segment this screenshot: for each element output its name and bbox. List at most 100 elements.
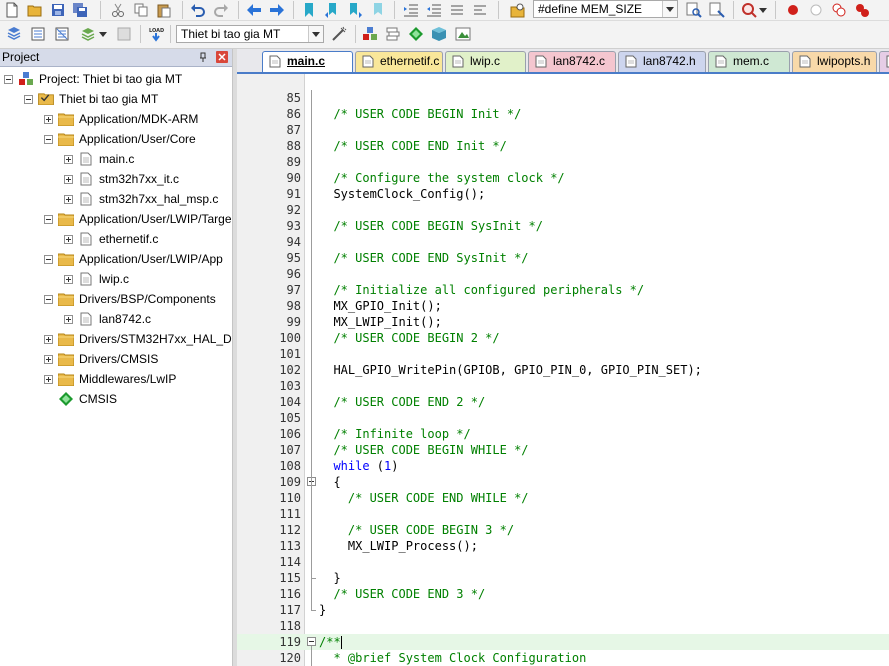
code-line[interactable]: 105 bbox=[237, 410, 889, 426]
manage-run-time-environment-icon[interactable] bbox=[408, 26, 424, 42]
pin-icon[interactable] bbox=[198, 52, 208, 62]
disable-breakpoint-icon[interactable] bbox=[808, 2, 824, 18]
code-line[interactable]: 119 /** bbox=[237, 634, 889, 650]
fold-collapse-icon[interactable] bbox=[307, 637, 316, 646]
code-line[interactable]: 89 bbox=[237, 154, 889, 170]
tree-item[interactable]: Application/MDK-ARM bbox=[0, 109, 232, 129]
code-line[interactable]: 96 bbox=[237, 266, 889, 282]
translate-icon[interactable] bbox=[6, 26, 22, 42]
code-line[interactable]: 107 /* USER CODE BEGIN WHILE */ bbox=[237, 442, 889, 458]
tree-item[interactable]: Project: Thiet bi tao gia MT bbox=[0, 69, 232, 89]
code-line[interactable]: 110 /* USER CODE END WHILE */ bbox=[237, 490, 889, 506]
code-line[interactable]: 100 /* USER CODE BEGIN 2 */ bbox=[237, 330, 889, 346]
expand-icon[interactable] bbox=[64, 155, 73, 164]
chevron-down-icon[interactable] bbox=[662, 1, 677, 17]
new-file-icon[interactable] bbox=[4, 2, 20, 18]
batch-build-dropdown-icon[interactable] bbox=[98, 26, 108, 42]
collapse-icon[interactable] bbox=[44, 135, 53, 144]
code-line[interactable]: 95 /* USER CODE END SysInit */ bbox=[237, 250, 889, 266]
collapse-icon[interactable] bbox=[4, 75, 13, 84]
tree-item[interactable]: CMSIS bbox=[0, 389, 232, 409]
tree-item[interactable]: main.c bbox=[0, 149, 232, 169]
expand-icon[interactable] bbox=[64, 175, 73, 184]
tree-item[interactable]: Drivers/BSP/Components bbox=[0, 289, 232, 309]
select-packs-icon[interactable] bbox=[385, 26, 401, 42]
redo-icon[interactable] bbox=[213, 2, 229, 18]
breakpoint-icon[interactable] bbox=[785, 2, 801, 18]
code-line[interactable]: 104 /* USER CODE END 2 */ bbox=[237, 394, 889, 410]
unindent-icon[interactable] bbox=[426, 2, 442, 18]
bookmark-icon[interactable] bbox=[301, 2, 317, 18]
tree-item[interactable]: Middlewares/LwIP bbox=[0, 369, 232, 389]
comment-icon[interactable] bbox=[449, 2, 465, 18]
clear-bookmarks-icon[interactable] bbox=[370, 2, 386, 18]
editor-tab[interactable]: lwipopts.h bbox=[792, 51, 877, 72]
zoom-dropdown-icon[interactable] bbox=[758, 2, 768, 18]
disable-all-breakpoints-icon[interactable] bbox=[831, 2, 847, 18]
zoom-icon[interactable] bbox=[741, 2, 757, 18]
batch-build-icon[interactable] bbox=[80, 26, 96, 42]
expand-icon[interactable] bbox=[64, 195, 73, 204]
navigate-back-icon[interactable] bbox=[246, 2, 262, 18]
tree-item[interactable]: Drivers/CMSIS bbox=[0, 349, 232, 369]
cut-icon[interactable] bbox=[110, 2, 126, 18]
prev-bookmark-icon[interactable] bbox=[324, 2, 340, 18]
code-line[interactable]: 115 } bbox=[237, 570, 889, 586]
open-folder-icon[interactable] bbox=[27, 2, 43, 18]
editor-tab[interactable] bbox=[879, 51, 889, 72]
code-line[interactable]: 113 MX_LWIP_Process(); bbox=[237, 538, 889, 554]
code-line[interactable]: 116 /* USER CODE END 3 */ bbox=[237, 586, 889, 602]
tree-item[interactable]: Application/User/Core bbox=[0, 129, 232, 149]
tree-item[interactable]: Thiet bi tao gia MT bbox=[0, 89, 232, 109]
editor-tab[interactable]: lan8742.c bbox=[528, 51, 616, 72]
incremental-find-icon[interactable] bbox=[709, 2, 725, 18]
code-line[interactable]: 118 bbox=[237, 618, 889, 634]
close-panel-button[interactable] bbox=[216, 51, 228, 63]
navigate-forward-icon[interactable] bbox=[269, 2, 285, 18]
code-line[interactable]: 117} bbox=[237, 602, 889, 618]
chevron-down-icon[interactable] bbox=[308, 26, 323, 42]
tree-item[interactable]: Application/User/LWIP/Targe bbox=[0, 209, 232, 229]
expand-icon[interactable] bbox=[64, 315, 73, 324]
editor-tab[interactable]: lan8742.h bbox=[618, 51, 706, 72]
download-load-icon[interactable]: LOAD bbox=[148, 26, 164, 42]
editor-tab[interactable]: main.c bbox=[262, 51, 353, 72]
code-editor[interactable]: 85 86 /* USER CODE BEGIN Init */87 88 /* U… bbox=[237, 74, 889, 666]
expand-icon[interactable] bbox=[44, 335, 53, 344]
code-line[interactable]: 93 /* USER CODE BEGIN SysInit */ bbox=[237, 218, 889, 234]
expand-icon[interactable] bbox=[44, 115, 53, 124]
code-line[interactable]: 99 MX_LWIP_Init(); bbox=[237, 314, 889, 330]
tree-item[interactable]: lwip.c bbox=[0, 269, 232, 289]
tree-item[interactable]: stm32h7xx_it.c bbox=[0, 169, 232, 189]
code-line[interactable]: 106 /* Infinite loop */ bbox=[237, 426, 889, 442]
find-icon[interactable] bbox=[686, 2, 702, 18]
code-line[interactable]: 102 HAL_GPIO_WritePin(GPIOB, GPIO_PIN_0,… bbox=[237, 362, 889, 378]
expand-icon[interactable] bbox=[64, 275, 73, 284]
code-line[interactable]: 114 bbox=[237, 554, 889, 570]
code-line[interactable]: 111 bbox=[237, 506, 889, 522]
editor-tab[interactable]: lwip.c bbox=[445, 51, 526, 72]
code-line[interactable]: 112 /* USER CODE BEGIN 3 */ bbox=[237, 522, 889, 538]
pack-installer-icon[interactable] bbox=[431, 26, 447, 42]
code-line[interactable]: 88 /* USER CODE END Init */ bbox=[237, 138, 889, 154]
options-for-target-icon[interactable] bbox=[331, 26, 347, 42]
save-all-icon[interactable] bbox=[72, 2, 88, 18]
tree-item[interactable]: lan8742.c bbox=[0, 309, 232, 329]
rebuild-icon[interactable] bbox=[54, 26, 70, 42]
find-in-files-icon[interactable] bbox=[510, 2, 526, 18]
next-bookmark-icon[interactable] bbox=[347, 2, 363, 18]
target-combo[interactable]: Thiet bi tao gia MT bbox=[176, 25, 324, 43]
code-line[interactable]: 86 /* USER CODE BEGIN Init */ bbox=[237, 106, 889, 122]
code-line[interactable]: 91 SystemClock_Config(); bbox=[237, 186, 889, 202]
expand-icon[interactable] bbox=[44, 375, 53, 384]
tree-item[interactable]: stm32h7xx_hal_msp.c bbox=[0, 189, 232, 209]
code-line[interactable]: 98 MX_GPIO_Init(); bbox=[237, 298, 889, 314]
collapse-icon[interactable] bbox=[44, 255, 53, 264]
project-tree[interactable]: Project: Thiet bi tao gia MT Thiet bi tao… bbox=[0, 67, 232, 666]
kill-all-breakpoints-icon[interactable] bbox=[854, 2, 870, 18]
code-line[interactable]: 90 /* Configure the system clock */ bbox=[237, 170, 889, 186]
build-icon[interactable] bbox=[30, 26, 46, 42]
code-line[interactable]: 94 bbox=[237, 234, 889, 250]
define-combo[interactable]: #define MEM_SIZE bbox=[533, 0, 678, 18]
uncomment-icon[interactable] bbox=[472, 2, 488, 18]
